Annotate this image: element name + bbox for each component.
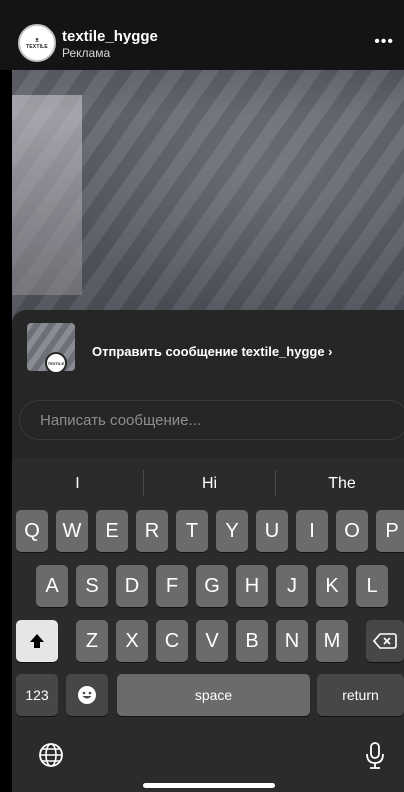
emoji-key[interactable] (66, 674, 108, 716)
key-w[interactable]: W (56, 510, 88, 552)
key-j[interactable]: J (276, 565, 308, 607)
key-s[interactable]: S (76, 565, 108, 607)
key-d[interactable]: D (116, 565, 148, 607)
story-header: ᴥ TEXTILE textile_hygge Реклама ••• (0, 0, 404, 70)
key-a[interactable]: A (36, 565, 68, 607)
space-key[interactable]: space (117, 674, 310, 716)
key-g[interactable]: G (196, 565, 228, 607)
delete-icon (373, 633, 397, 649)
key-u[interactable]: U (256, 510, 288, 552)
key-f[interactable]: F (156, 565, 188, 607)
suggestion-bar: I Hi The (12, 458, 404, 510)
keyboard: I Hi The Q W E R T Y U I O P A S D F G H… (12, 458, 404, 792)
key-c[interactable]: C (156, 620, 188, 662)
shift-icon (30, 634, 44, 648)
thumbnail-avatar-badge: TEXTILE (45, 352, 67, 374)
shift-key[interactable] (16, 620, 58, 662)
key-v[interactable]: V (196, 620, 228, 662)
suggestion-1[interactable]: I (12, 458, 143, 510)
key-b[interactable]: B (236, 620, 268, 662)
account-name[interactable]: textile_hygge (62, 28, 158, 45)
account-avatar[interactable]: ᴥ TEXTILE (18, 24, 56, 62)
message-input[interactable]: Написать сообщение... (19, 400, 404, 440)
key-l[interactable]: L (356, 565, 388, 607)
globe-key[interactable] (36, 740, 66, 770)
sponsored-label: Реклама (62, 46, 111, 60)
key-z[interactable]: Z (76, 620, 108, 662)
send-message-link[interactable]: Отправить сообщение textile_hygge › (92, 344, 333, 359)
app-frame: ᴥ TEXTILE textile_hygge Реклама ••• TEXT… (0, 0, 404, 792)
emoji-icon (78, 686, 96, 704)
key-q[interactable]: Q (16, 510, 48, 552)
home-indicator[interactable] (143, 783, 275, 788)
key-k[interactable]: K (316, 565, 348, 607)
key-i[interactable]: I (296, 510, 328, 552)
avatar-mark: ᴥ (34, 36, 40, 44)
globe-icon (39, 743, 63, 767)
key-e[interactable]: E (96, 510, 128, 552)
return-key[interactable]: return (317, 674, 404, 716)
dictation-key[interactable] (362, 740, 388, 770)
more-icon[interactable]: ••• (374, 33, 394, 51)
key-n[interactable]: N (276, 620, 308, 662)
key-o[interactable]: O (336, 510, 368, 552)
key-m[interactable]: M (316, 620, 348, 662)
key-h[interactable]: H (236, 565, 268, 607)
microphone-icon (366, 742, 384, 769)
key-r[interactable]: R (136, 510, 168, 552)
delete-key[interactable] (366, 620, 404, 662)
key-x[interactable]: X (116, 620, 148, 662)
avatar-logo-text: TEXTILE (26, 43, 48, 50)
suggestion-2[interactable]: Hi (144, 458, 275, 510)
numbers-key[interactable]: 123 (16, 674, 58, 716)
key-p[interactable]: P (376, 510, 404, 552)
message-sheet: TEXTILE Отправить сообщение textile_hygg… (12, 310, 404, 460)
key-t[interactable]: T (176, 510, 208, 552)
key-y[interactable]: Y (216, 510, 248, 552)
suggestion-3[interactable]: The (276, 458, 404, 510)
